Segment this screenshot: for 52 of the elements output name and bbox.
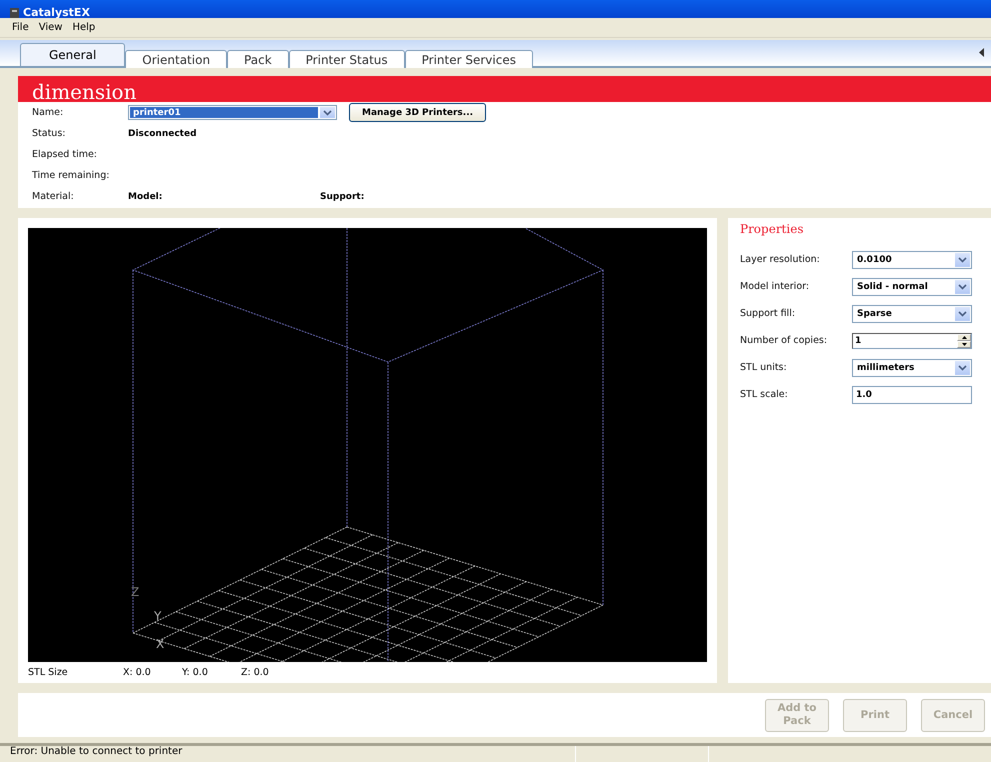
field-label: Number of copies:: [740, 335, 828, 346]
down-arrow-icon: [962, 342, 966, 346]
panel-title: Properties: [740, 222, 804, 236]
caret-icon: [323, 110, 332, 116]
field-label: Model interior:: [740, 281, 810, 292]
field-label: Elapsed time:: [32, 149, 98, 160]
size-value: X: 0.0: [123, 666, 152, 678]
menu-item[interactable]: Help: [72, 22, 96, 34]
input-field[interactable]: 1.0: [852, 386, 972, 404]
tab[interactable]: Pack: [227, 50, 289, 68]
field-label: Layer resolution:: [740, 254, 821, 265]
scroll-left-icon[interactable]: [979, 48, 985, 58]
logo: dimension: [32, 82, 136, 102]
field-label: STL units:: [740, 362, 788, 373]
caret-icon: [958, 284, 967, 290]
caret-icon: [958, 364, 967, 370]
manage-printers-button[interactable]: Manage 3D Printers...: [349, 103, 486, 122]
up-arrow-icon: [962, 336, 966, 338]
size-value: Y: 0.0: [182, 666, 209, 678]
stl-size-label: STL Size: [28, 666, 69, 678]
field-label: STL scale:: [740, 389, 789, 400]
field-label: Name:: [32, 107, 64, 118]
dropdown[interactable]: 0.0100: [852, 250, 972, 268]
tab[interactable]: Printer Status: [288, 50, 405, 68]
field-label: Material:: [32, 191, 75, 202]
field-label: Time remaining:: [32, 170, 110, 181]
tab[interactable]: Printer Services: [404, 50, 533, 68]
dropdown[interactable]: millimeters: [852, 358, 972, 376]
tab[interactable]: Orientation: [125, 50, 228, 68]
spin-up-button[interactable]: [957, 334, 971, 340]
caret-icon: [958, 256, 967, 262]
printer-dropdown[interactable]: printer01: [128, 105, 337, 120]
3d-viewport[interactable]: Z Y X: [28, 228, 707, 662]
axis-label: Y: [154, 609, 162, 623]
support-label: Support:: [320, 192, 364, 202]
dropdown[interactable]: Solid - normal: [852, 278, 972, 296]
menu-item[interactable]: View: [38, 22, 62, 34]
spin-field[interactable]: 1: [852, 332, 972, 348]
menu-item[interactable]: File: [12, 22, 29, 34]
app-icon: [10, 8, 19, 18]
tab[interactable]: General: [20, 43, 126, 66]
field-label: Support fill:: [740, 308, 796, 319]
status-message: Error: Unable to connect to printer: [10, 746, 182, 757]
axis-label: Z: [131, 585, 140, 599]
model-label: Model:: [128, 192, 164, 202]
axis-label: X: [156, 637, 164, 651]
dropdown[interactable]: Sparse: [852, 304, 972, 322]
window-title: CatalystEX: [23, 6, 90, 18]
caret-icon: [958, 310, 967, 316]
field-label: Status:: [32, 128, 66, 139]
size-value: Z: 0.0: [241, 666, 270, 678]
status-value: Disconnected: [128, 128, 198, 138]
